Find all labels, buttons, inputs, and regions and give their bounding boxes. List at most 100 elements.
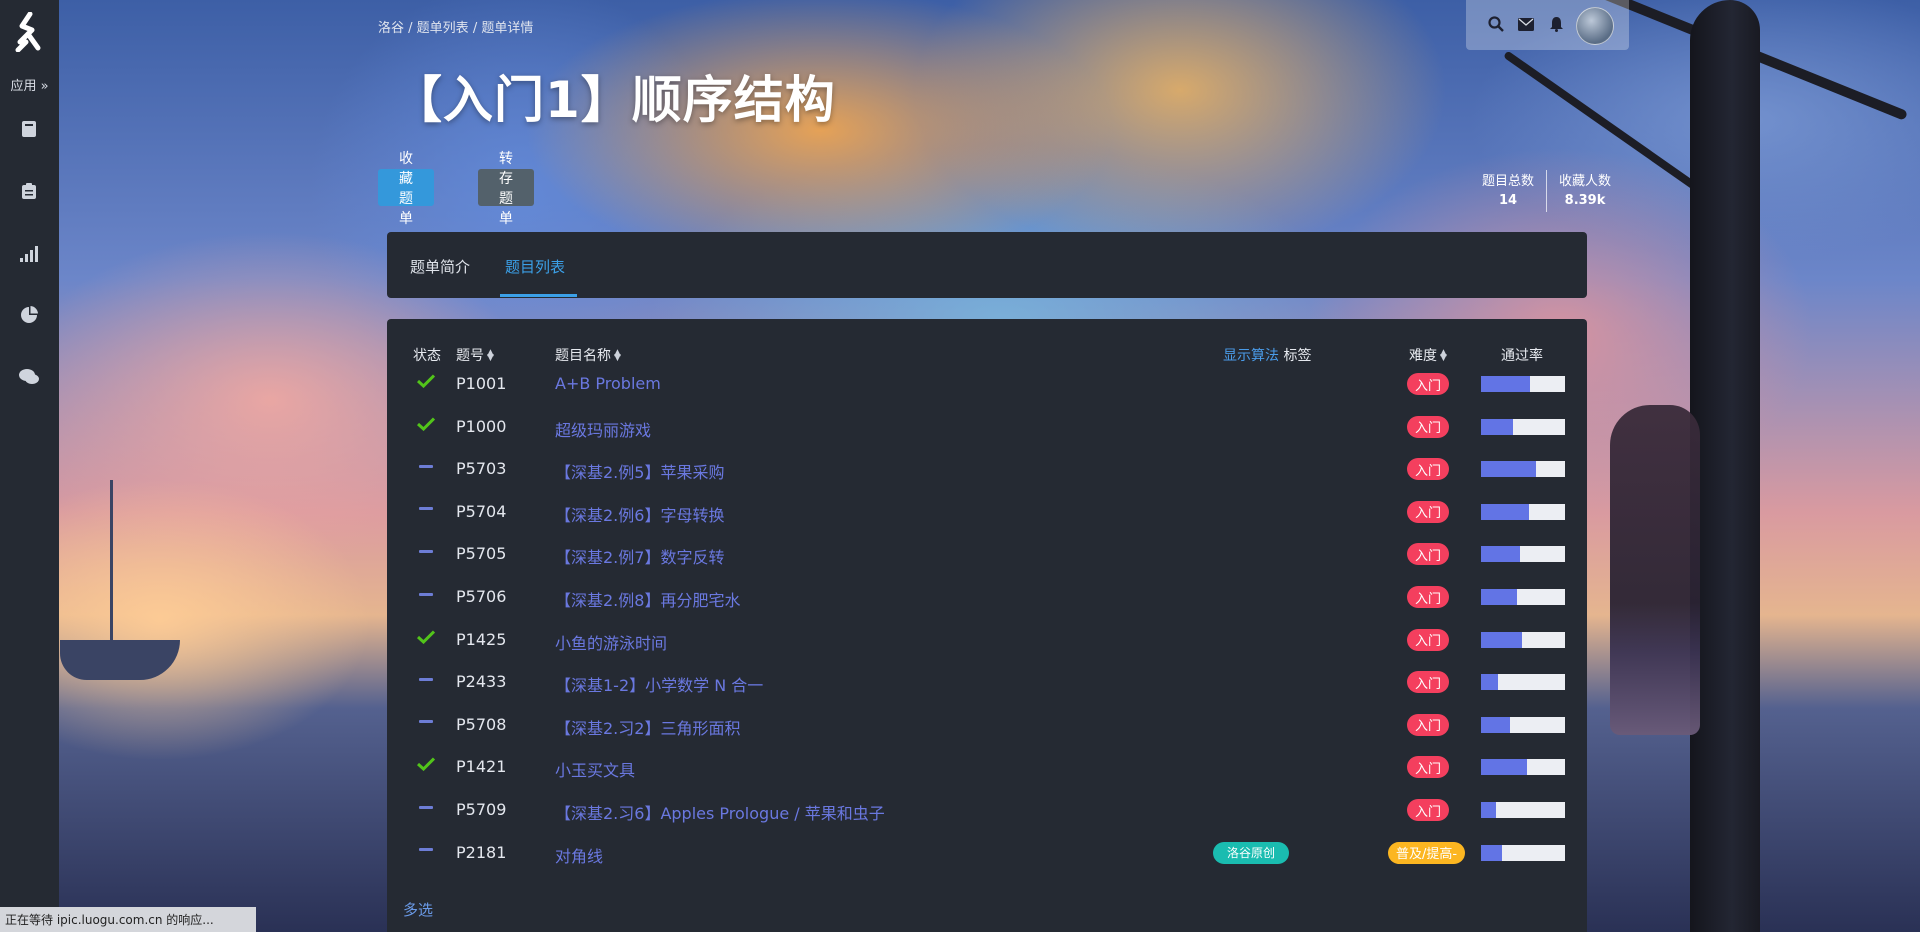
pass-rate-bar [1481,418,1565,435]
problem-name-link[interactable]: 【深基2.习6】Apples Prologue / 苹果和虫子 [555,800,885,824]
pass-rate-bar [1481,674,1565,691]
problem-name-link[interactable]: 超级玛丽游戏 [555,417,651,441]
save-list-button[interactable]: 转存题单 [478,150,534,226]
table-row: P1001 A+B Problem 入门 [387,362,1587,404]
table-row: P2181 对角线 洛谷原创 普及/提高- [387,831,1587,873]
bell-icon[interactable] [1546,14,1566,34]
problem-name-link[interactable]: 小玉买文具 [555,757,635,781]
sort-icon[interactable]: ▲ ▼ [487,349,494,363]
pass-rate-fill [1481,631,1523,648]
difficulty-badge: 入门 [1407,756,1450,779]
boat-silhouette [60,640,180,680]
sort-icon[interactable]: ▲ ▼ [1440,349,1447,363]
active-tab-indicator [500,294,577,297]
check-icon [417,628,435,646]
dash-icon [417,670,435,688]
problem-name-link[interactable]: 【深基2.例6】字母转换 [555,502,724,526]
tab-intro[interactable]: 题单简介 [410,256,470,277]
problem-id: P5704 [456,501,507,521]
problem-id: P5709 [456,800,507,819]
stat-label: 题目总数 [1482,174,1535,189]
stat-label: 收藏人数 [1559,174,1612,189]
stat-value: 14 [1498,193,1518,208]
difficulty-badge: 入门 [1407,415,1450,438]
problem-name-link[interactable]: 【深基2.例8】再分肥宅水 [555,587,740,611]
problem-name-link[interactable]: A+B Problem [555,374,661,393]
comments-icon[interactable] [14,363,44,391]
problem-id: P2181 [456,842,507,862]
pass-rate-bar [1481,589,1565,605]
pass-rate-fill [1481,589,1518,605]
pass-rate-bar [1481,503,1565,520]
tab-problem-list[interactable]: 题目列表 [505,256,565,277]
clipboard-icon[interactable] [14,177,44,205]
boat-mast [110,480,113,640]
search-icon[interactable] [1486,14,1506,34]
pie-chart-icon[interactable] [14,301,44,329]
problem-id: P5703 [456,459,507,479]
dash-icon [417,585,435,603]
pass-rate-fill [1481,503,1529,520]
breadcrumb-separator: / [404,21,417,36]
problem-id: P1425 [456,629,507,649]
difficulty-badge: 入门 [1407,628,1450,651]
page-title: 【入门1】顺序结构 [392,71,836,129]
pass-rate-bar [1481,631,1565,648]
dash-icon [417,713,435,731]
list-stats: 题目总数 14 收藏人数 8.39k [1470,170,1623,212]
pass-rate-bar [1481,376,1565,392]
problem-id: P5708 [456,714,507,734]
problem-name-link[interactable]: 【深基2.习2】三角形面积 [555,715,740,739]
pass-rate-fill [1481,844,1502,861]
tree-trunk [1690,0,1760,932]
dash-icon [417,542,435,560]
luogu-logo-icon[interactable] [10,12,48,52]
difficulty-badge: 入门 [1407,373,1450,395]
multi-select-link[interactable]: 多选 [403,899,433,920]
pass-rate-fill [1481,716,1511,733]
problem-name-link[interactable]: 小鱼的游泳时间 [555,630,667,654]
problem-id: P1001 [456,374,507,393]
pass-rate-bar [1481,461,1565,478]
problem-name-link[interactable]: 对角线 [555,843,603,867]
problem-name-link[interactable]: 【深基2.例5】苹果采购 [555,459,724,483]
table-row: P5709 【深基2.习6】Apples Prologue / 苹果和虫子 入门 [387,788,1587,830]
breadcrumb-item[interactable]: 题单列表 [417,21,469,36]
problem-name-link[interactable]: 【深基1-2】小学数学 N 合一 [555,672,763,696]
stat-value: 8.39k [1564,193,1606,208]
dash-icon [417,798,435,816]
difficulty-badge: 入门 [1407,713,1450,736]
table-row: P5703 【深基2.例5】苹果采购 入门 [387,447,1587,489]
envelope-icon[interactable] [1516,14,1536,34]
sort-icon[interactable]: ▲ ▼ [614,349,621,363]
pass-rate-bar [1481,716,1565,733]
pass-rate-fill [1481,546,1520,563]
pass-rate-bar [1481,802,1565,818]
problem-name-link[interactable]: 【深基2.例7】数字反转 [555,544,724,568]
difficulty-badge: 入门 [1407,543,1450,566]
pass-rate-fill [1481,376,1530,392]
apps-toggle[interactable]: 应用 » [0,75,59,94]
left-sidebar: 应用 » [0,0,59,932]
difficulty-badge: 入门 [1407,671,1450,694]
table-row: P5704 【深基2.例6】字母转换 入门 [387,490,1587,532]
book-icon[interactable] [14,115,44,143]
pass-rate-fill [1481,418,1513,435]
favorites-stat: 收藏人数 8.39k [1547,170,1623,212]
difficulty-badge: 入门 [1407,458,1450,481]
dash-icon [417,841,435,859]
problem-id: P5706 [456,587,507,606]
problem-tag[interactable]: 洛谷原创 [1213,841,1289,864]
problem-list-panel: 状态 题号 ▲ ▼ 题目名称 ▲ ▼ 显示算法 标签 难度 ▲ ▼ 通过率 P1001 A+B… [387,319,1587,932]
breadcrumb-separator: / [468,21,482,36]
check-icon [417,372,435,390]
difficulty-badge: 入门 [1407,500,1450,523]
pass-rate-bar [1481,546,1565,563]
breadcrumb-item[interactable]: 洛谷 [378,21,404,36]
avatar[interactable] [1576,7,1614,45]
pass-rate-bar [1481,759,1565,776]
dash-icon [417,457,435,475]
favorite-list-button[interactable]: 收藏题单 [378,150,434,226]
problem-id: P1000 [456,416,507,436]
signal-bars-icon[interactable] [14,240,44,268]
